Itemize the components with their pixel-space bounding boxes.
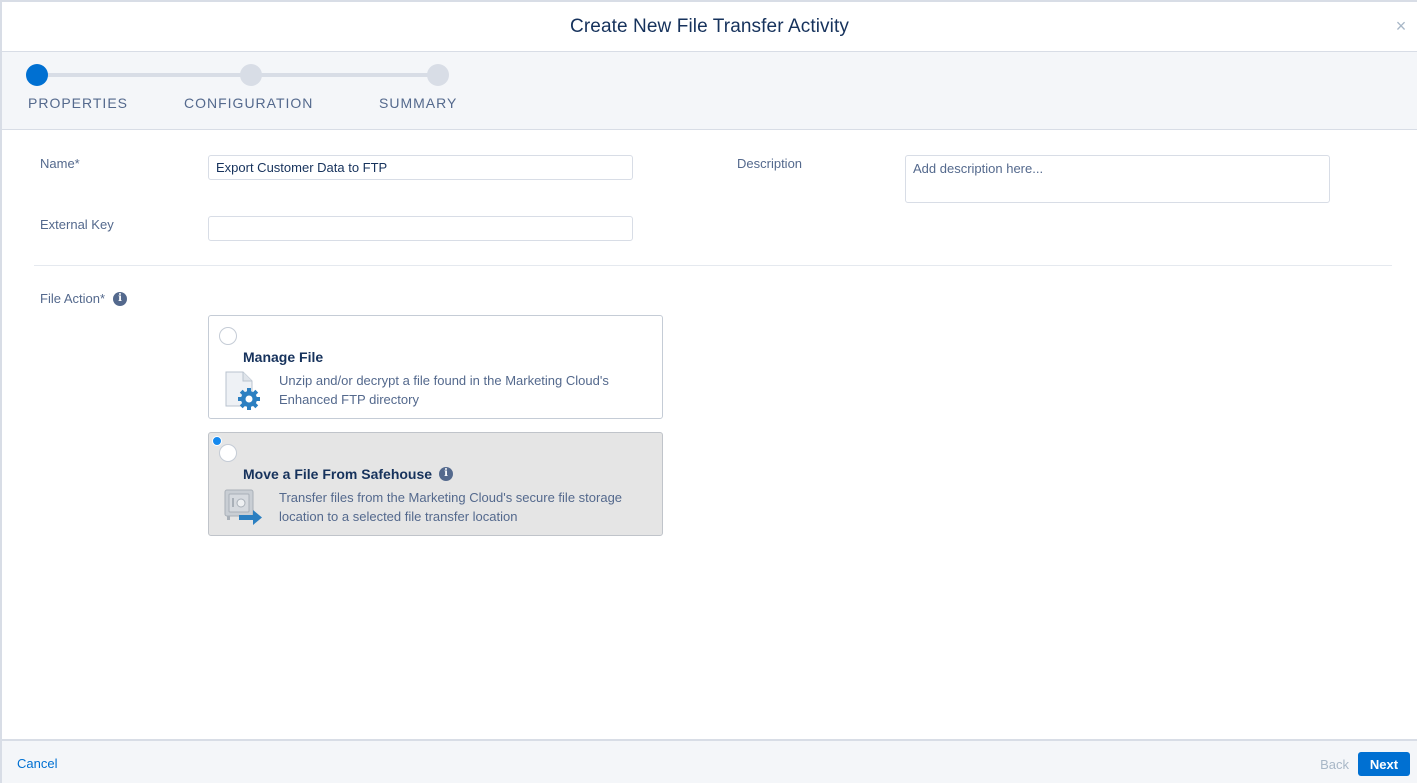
- manage-file-radio[interactable]: [219, 327, 237, 345]
- modal-title: Create New File Transfer Activity: [570, 15, 849, 37]
- manage-file-description: Unzip and/or decrypt a file found in the…: [279, 373, 609, 407]
- step-properties-marker[interactable]: [26, 64, 48, 86]
- cancel-button[interactable]: Cancel: [17, 756, 57, 771]
- move-file-title: Move a File From Safehouse: [243, 466, 433, 482]
- description-label: Description: [737, 156, 803, 171]
- external-key-label: External Key: [40, 217, 114, 232]
- next-button[interactable]: Next: [1358, 752, 1410, 776]
- file-action-label: File Action*: [40, 291, 106, 306]
- step-configuration-label: CONFIGURATION: [184, 95, 314, 111]
- step-summary-marker[interactable]: [427, 64, 449, 86]
- step-properties-label: PROPERTIES: [28, 95, 128, 111]
- form-divider: [34, 265, 1392, 266]
- close-icon[interactable]: ×: [1393, 16, 1409, 36]
- radio-selected-indicator: [212, 436, 222, 446]
- step-configuration-marker[interactable]: [240, 64, 262, 86]
- progress-track: [36, 73, 438, 77]
- manage-file-title: Manage File: [243, 349, 324, 365]
- file-gear-icon: [223, 370, 263, 415]
- move-file-radio[interactable]: [219, 444, 237, 462]
- external-key-input[interactable]: [208, 216, 633, 241]
- file-action-label-row: File Action* i: [40, 291, 128, 306]
- modal-header: Create New File Transfer Activity ×: [2, 2, 1417, 52]
- name-input[interactable]: [208, 155, 633, 180]
- info-icon[interactable]: i: [113, 291, 128, 306]
- back-button[interactable]: Back: [1320, 757, 1349, 772]
- description-textarea[interactable]: [905, 155, 1330, 203]
- modal-footer: Cancel Back Next: [2, 739, 1417, 783]
- move-file-title-row: Move a File From Safehouse i: [243, 466, 454, 482]
- step-summary-label: SUMMARY: [379, 95, 458, 111]
- name-label: Name*: [40, 156, 80, 171]
- manage-file-option[interactable]: Manage File Unzip and/or decrypt a file …: [208, 315, 663, 419]
- move-file-from-safehouse-option[interactable]: Move a File From Safehouse i Transfer fi…: [208, 432, 663, 536]
- move-file-description: Transfer files from the Marketing Cloud'…: [279, 490, 623, 524]
- modal-dialog: Create New File Transfer Activity × PROP…: [0, 0, 1417, 783]
- progress-indicator: PROPERTIES CONFIGURATION SUMMARY: [2, 52, 1417, 130]
- safe-arrow-icon: [223, 488, 265, 531]
- info-icon[interactable]: i: [439, 467, 454, 481]
